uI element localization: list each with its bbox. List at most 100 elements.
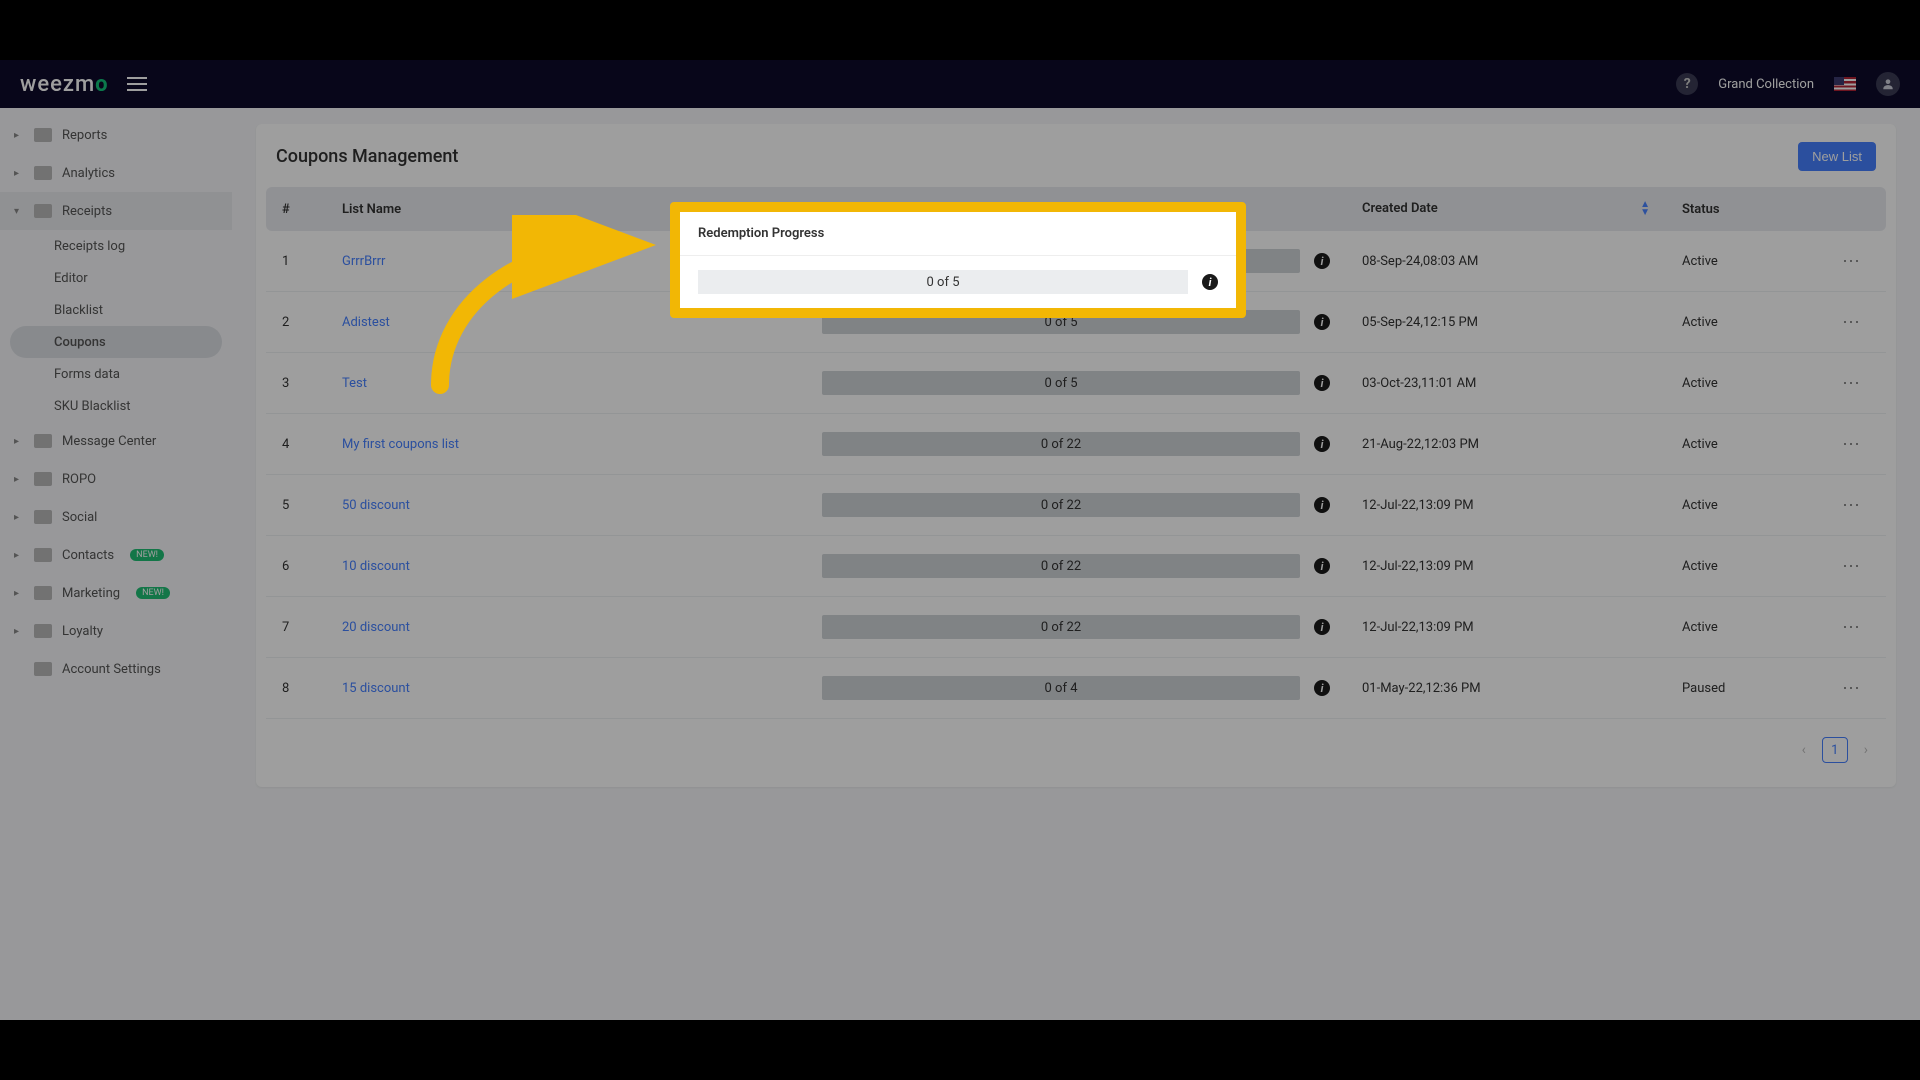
sidebar-item-analytics[interactable]: ▸ Analytics [0, 154, 232, 192]
cell-status: Paused [1666, 658, 1826, 719]
list-name-link[interactable]: 10 discount [342, 559, 410, 574]
logo-text: weezm [20, 72, 95, 97]
account-name[interactable]: Grand Collection [1718, 77, 1814, 92]
menu-toggle-icon[interactable] [127, 77, 147, 91]
cell-status: Active [1666, 475, 1826, 536]
sidebar-item-label: ROPO [62, 472, 96, 487]
list-name-link[interactable]: Test [342, 376, 367, 391]
chevron-down-icon: ▾ [14, 206, 24, 217]
highlight-callout: Redemption Progress 0 of 5 i [670, 202, 1246, 318]
table-row: 3Test0 of 5i03-Oct-23,11:01 AMActive⋯ [266, 353, 1886, 414]
row-actions-icon[interactable]: ⋯ [1842, 678, 1861, 699]
sidebar-item-contacts[interactable]: ▸ Contacts NEW! [0, 536, 232, 574]
cell-date: 12-Jul-22,13:09 PM [1346, 475, 1666, 536]
help-icon[interactable]: ? [1676, 73, 1698, 95]
locale-flag-icon[interactable] [1834, 77, 1856, 91]
cell-status: Active [1666, 536, 1826, 597]
page-number[interactable]: 1 [1822, 737, 1848, 763]
table-row: 4My first coupons list0 of 22i21-Aug-22,… [266, 414, 1886, 475]
row-actions-icon[interactable]: ⋯ [1842, 617, 1861, 638]
col-header-num[interactable]: # [266, 187, 326, 231]
info-icon[interactable]: i [1314, 375, 1330, 391]
sidebar-item-social[interactable]: ▸ Social [0, 498, 232, 536]
row-actions-icon[interactable]: ⋯ [1842, 556, 1861, 577]
sidebar-item-label: Contacts [62, 548, 114, 563]
info-icon[interactable]: i [1202, 274, 1218, 290]
sidebar-subitem-coupons[interactable]: Coupons [10, 326, 222, 358]
sidebar-item-ropo[interactable]: ▸ ROPO [0, 460, 232, 498]
page-title: Coupons Management [276, 146, 458, 167]
sidebar-item-label: Marketing [62, 586, 120, 601]
cell-date: 03-Oct-23,11:01 AM [1346, 353, 1666, 414]
sidebar-subitem-editor[interactable]: Editor [0, 262, 232, 294]
sidebar-item-loyalty[interactable]: ▸ Loyalty [0, 612, 232, 650]
info-icon[interactable]: i [1314, 436, 1330, 452]
chevron-right-icon: ▸ [14, 512, 24, 523]
info-icon[interactable]: i [1314, 253, 1330, 269]
sidebar-item-receipts[interactable]: ▾ Receipts [0, 192, 232, 230]
new-list-button[interactable]: New List [1798, 142, 1876, 171]
list-name-link[interactable]: Adistest [342, 315, 390, 330]
list-name-link[interactable]: 15 discount [342, 681, 410, 696]
sidebar-item-account-settings[interactable]: Account Settings [0, 650, 232, 688]
sidebar-item-marketing[interactable]: ▸ Marketing NEW! [0, 574, 232, 612]
page-next-icon[interactable]: › [1858, 738, 1874, 762]
sidebar-item-label: Account Settings [62, 662, 161, 677]
sidebar-item-label: Analytics [62, 166, 115, 181]
sidebar-subitem-receipts-log[interactable]: Receipts log [0, 230, 232, 262]
col-header-actions [1826, 187, 1886, 231]
redemption-progress-bar: 0 of 22 [822, 554, 1300, 578]
list-name-link[interactable]: My first coupons list [342, 437, 459, 452]
sidebar-item-label: Reports [62, 128, 107, 143]
chevron-right-icon: ▸ [14, 626, 24, 637]
highlight-progress-bar: 0 of 5 [698, 270, 1188, 294]
cell-status: Active [1666, 292, 1826, 353]
col-header-status[interactable]: Status [1666, 187, 1826, 231]
cell-num: 4 [266, 414, 326, 475]
sort-icon: ▲▼ [1640, 201, 1650, 217]
row-actions-icon[interactable]: ⋯ [1842, 373, 1861, 394]
sidebar-subitem-blacklist[interactable]: Blacklist [0, 294, 232, 326]
cell-num: 8 [266, 658, 326, 719]
side-navigation: ▸ Reports ▸ Analytics ▾ Receipts Receipt… [0, 108, 232, 1020]
row-actions-icon[interactable]: ⋯ [1842, 251, 1861, 272]
sidebar-subitem-sku-blacklist[interactable]: SKU Blacklist [0, 390, 232, 422]
info-icon[interactable]: i [1314, 558, 1330, 574]
reports-icon [34, 128, 52, 142]
info-icon[interactable]: i [1314, 680, 1330, 696]
row-actions-icon[interactable]: ⋯ [1842, 312, 1861, 333]
info-icon[interactable]: i [1314, 619, 1330, 635]
analytics-icon [34, 166, 52, 180]
list-name-link[interactable]: GrrrBrrr [342, 254, 385, 269]
table-row: 720 discount0 of 22i12-Jul-22,13:09 PMAc… [266, 597, 1886, 658]
chevron-right-icon: ▸ [14, 474, 24, 485]
marketing-icon [34, 586, 52, 600]
cell-date: 12-Jul-22,13:09 PM [1346, 536, 1666, 597]
user-avatar-icon[interactable] [1876, 72, 1900, 96]
list-name-link[interactable]: 50 discount [342, 498, 410, 513]
row-actions-icon[interactable]: ⋯ [1842, 434, 1861, 455]
redemption-progress-bar: 0 of 22 [822, 432, 1300, 456]
message-icon [34, 434, 52, 448]
page-prev-icon[interactable]: ‹ [1796, 738, 1812, 762]
sidebar-item-label: Social [62, 510, 97, 525]
sidebar-subitem-forms-data[interactable]: Forms data [0, 358, 232, 390]
highlight-header: Redemption Progress [680, 212, 1236, 256]
new-badge: NEW! [130, 549, 164, 561]
sidebar-item-label: Message Center [62, 434, 156, 449]
logo-accent: o [95, 72, 108, 97]
row-actions-icon[interactable]: ⋯ [1842, 495, 1861, 516]
info-icon[interactable]: i [1314, 497, 1330, 513]
sidebar-item-reports[interactable]: ▸ Reports [0, 116, 232, 154]
cell-num: 1 [266, 231, 326, 292]
loyalty-icon [34, 624, 52, 638]
chevron-right-icon: ▸ [14, 588, 24, 599]
brand-logo: weezmo [20, 72, 109, 97]
col-header-date[interactable]: Created Date ▲▼ [1346, 187, 1666, 231]
gear-icon [34, 662, 52, 676]
list-name-link[interactable]: 20 discount [342, 620, 410, 635]
ropo-icon [34, 472, 52, 486]
cell-num: 6 [266, 536, 326, 597]
info-icon[interactable]: i [1314, 314, 1330, 330]
sidebar-item-message-center[interactable]: ▸ Message Center [0, 422, 232, 460]
